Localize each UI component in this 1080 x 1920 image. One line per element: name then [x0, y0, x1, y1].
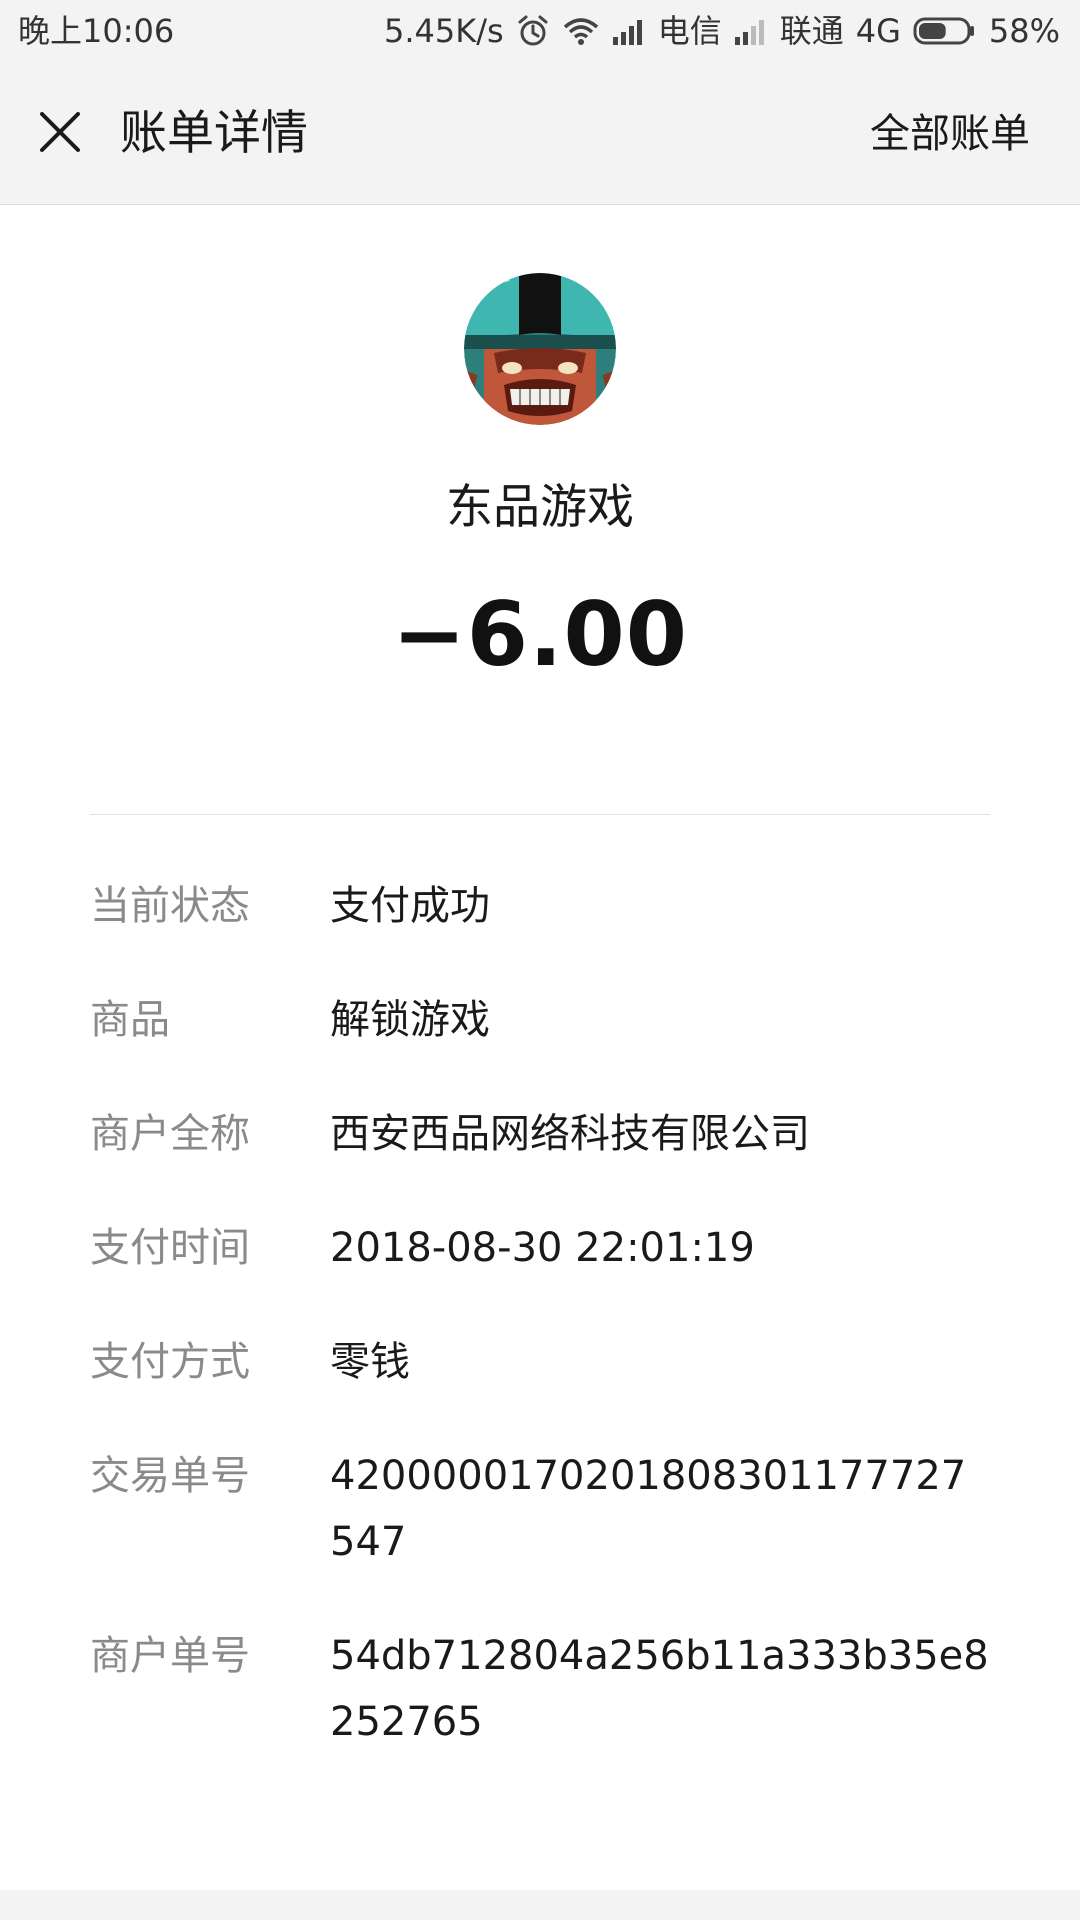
detail-row-merchant-order-id: 商户单号 54db712804a256b11a333b35e8252765: [90, 1623, 1000, 1755]
detail-value: 支付成功: [330, 883, 490, 929]
status-icons: 5.45K/s 电信 联通 4G 58%: [384, 10, 1060, 52]
battery-icon: [913, 16, 977, 46]
bottom-strip: [0, 1890, 1080, 1920]
status-bar: 晚上10:06 5.45K/s 电信 联通 4G 58%: [0, 0, 1080, 62]
detail-row-status: 当前状态 支付成功: [90, 873, 1000, 939]
detail-label: 交易单号: [90, 1453, 250, 1499]
detail-value: 西安西品网络科技有限公司: [330, 1111, 810, 1157]
detail-label: 商户全称: [90, 1111, 250, 1157]
page-title: 账单详情: [120, 106, 308, 161]
detail-label: 商品: [90, 997, 170, 1043]
detail-value: 解锁游戏: [330, 997, 490, 1043]
signal-icon-1: [612, 17, 646, 45]
payment-amount: −6.00: [392, 583, 688, 686]
close-icon: [37, 109, 83, 159]
merchant-avatar: [464, 273, 616, 425]
detail-row-payment-time: 支付时间 2018-08-30 22:01:19: [90, 1215, 1000, 1281]
detail-label: 支付时间: [90, 1225, 250, 1271]
detail-row-product: 商品 解锁游戏: [90, 987, 1000, 1053]
wifi-icon: [562, 16, 600, 46]
detail-label: 支付方式: [90, 1339, 250, 1385]
network-type: 4G: [855, 12, 901, 50]
carrier-2: 联通: [779, 12, 844, 50]
detail-value: 2018-08-30 22:01:19: [330, 1225, 755, 1271]
detail-value[interactable]: 54db712804a256b11a333b35e8252765: [330, 1623, 990, 1755]
detail-value[interactable]: 4200000170201808301177727547: [330, 1443, 990, 1575]
all-bills-link[interactable]: 全部账单: [870, 98, 1030, 170]
app-bar: 账单详情 全部账单: [0, 62, 1080, 205]
detail-list: 当前状态 支付成功 商品 解锁游戏 商户全称 西安西品网络科技有限公司 支付时间…: [90, 873, 1000, 1803]
close-button[interactable]: [24, 98, 96, 170]
network-speed: 5.45K/s: [384, 12, 504, 50]
merchant-name: 东品游戏: [446, 480, 634, 535]
detail-value: 零钱: [330, 1339, 410, 1385]
signal-icon-2: [734, 17, 768, 45]
detail-row-merchant-fullname: 商户全称 西安西品网络科技有限公司: [90, 1101, 1000, 1167]
detail-row-payment-method: 支付方式 零钱: [90, 1329, 1000, 1395]
bill-detail-card: 东品游戏 −6.00 当前状态 支付成功 商品 解锁游戏 商户全称 西安西品网络…: [0, 205, 1080, 1890]
battery-percent: 58%: [988, 12, 1060, 50]
detail-row-transaction-id: 交易单号 4200000170201808301177727547: [90, 1443, 1000, 1575]
alarm-icon: [516, 14, 550, 48]
detail-label: 商户单号: [90, 1633, 250, 1679]
carrier-1: 电信: [657, 12, 722, 50]
detail-label: 当前状态: [90, 883, 250, 929]
divider: [90, 814, 990, 815]
status-time: 晚上10:06: [18, 12, 175, 50]
